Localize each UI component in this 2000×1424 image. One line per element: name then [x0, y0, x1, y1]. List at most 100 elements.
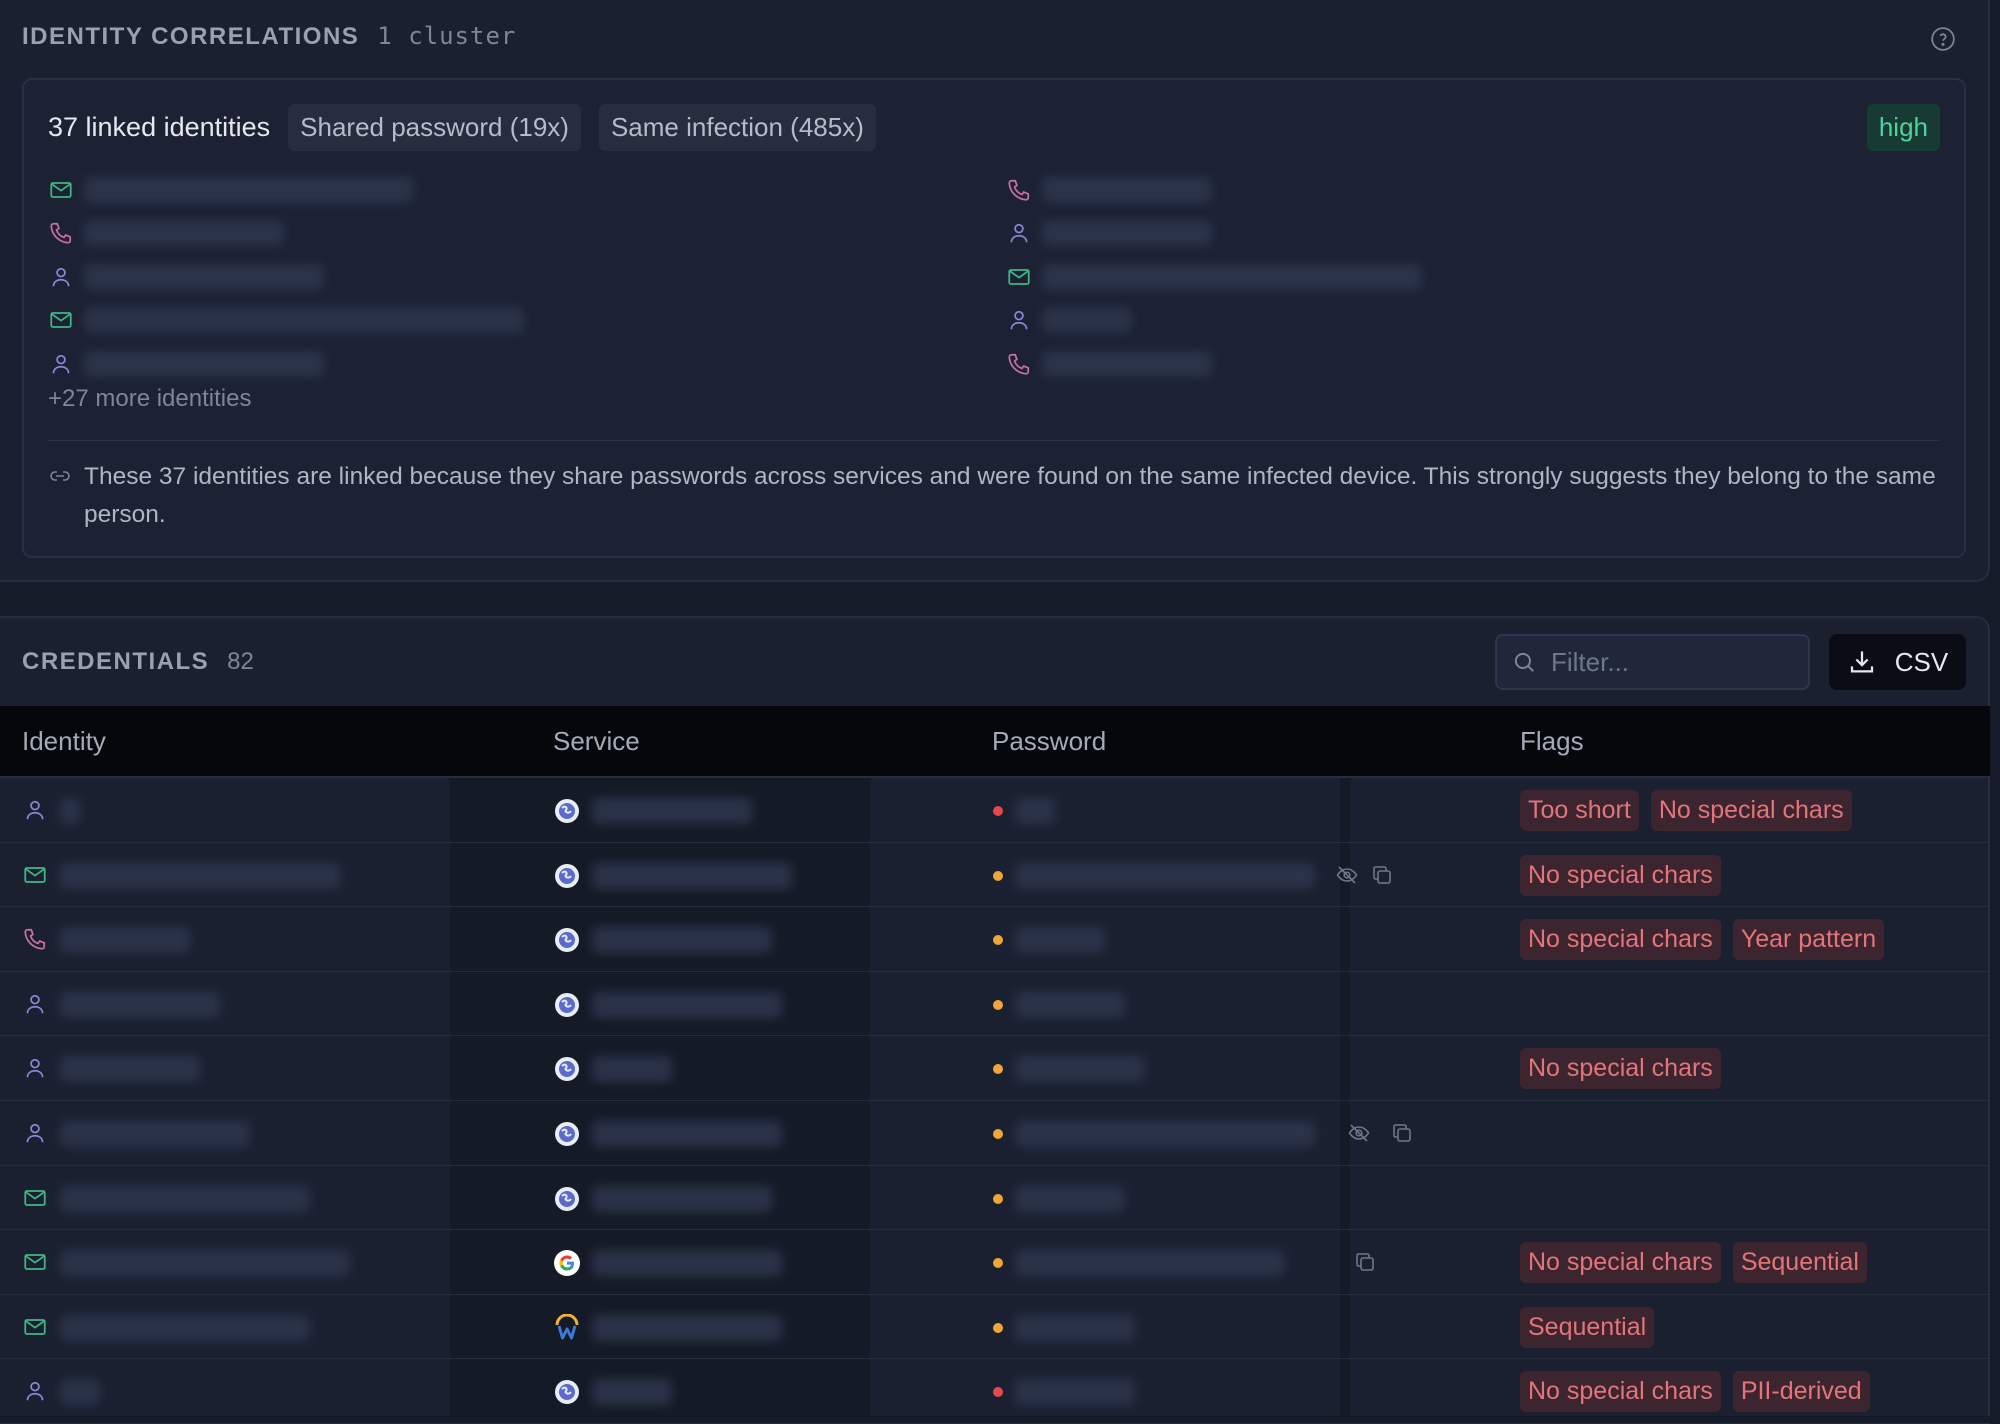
password-value-redacted[interactable]: [1015, 1056, 1145, 1083]
download-icon: [1850, 651, 1873, 673]
hide-password-icon[interactable]: [1347, 1121, 1371, 1145]
divider: [48, 440, 1940, 441]
strength-indicator-dot: [993, 1387, 1003, 1398]
table-row[interactable]: [0, 1165, 1990, 1231]
identity-value-redacted[interactable]: [60, 1314, 310, 1341]
redaction-overlay: [1340, 1036, 1350, 1100]
table-row[interactable]: Sequential: [0, 1294, 1990, 1360]
filter-field[interactable]: [1495, 634, 1810, 690]
service-value-redacted[interactable]: [592, 1314, 782, 1341]
service-value-redacted[interactable]: [592, 1250, 782, 1277]
globe-icon: [553, 991, 581, 1019]
identity-item[interactable]: [1006, 255, 1422, 299]
filter-input[interactable]: [1551, 646, 1791, 678]
password-value-redacted[interactable]: [1015, 1250, 1285, 1277]
identity-value-redacted: [84, 176, 414, 203]
password-value-redacted[interactable]: [1015, 798, 1055, 824]
column-service[interactable]: Service: [553, 726, 640, 757]
identity-item[interactable]: [1006, 212, 1422, 256]
table-row[interactable]: No special chars Year pattern: [0, 907, 1990, 972]
identity-item[interactable]: [1006, 168, 1422, 212]
identity-item[interactable]: [48, 342, 524, 386]
column-flags[interactable]: Flags: [1520, 726, 1584, 757]
service-value-redacted[interactable]: [592, 798, 752, 824]
table-row[interactable]: Too short No special chars: [0, 778, 1990, 843]
globe-icon: [553, 1378, 581, 1406]
redaction-overlay: [1340, 1165, 1350, 1230]
identity-correlations-panel: IDENTITY CORRELATIONS 1 cluster 37 linke…: [0, 0, 1990, 582]
identity-item[interactable]: [1006, 342, 1422, 386]
cluster-explanation: These 37 identities are linked because t…: [48, 458, 1940, 534]
identity-value-redacted[interactable]: [60, 991, 220, 1018]
service-value-redacted[interactable]: [592, 862, 792, 889]
copy-icon[interactable]: [1370, 863, 1394, 887]
service-value-redacted[interactable]: [592, 927, 772, 954]
table-row[interactable]: No special chars: [0, 1036, 1990, 1101]
more-identities-link[interactable]: +27 more identities: [48, 385, 251, 413]
correlations-header: IDENTITY CORRELATIONS 1 cluster: [22, 22, 516, 51]
service-value-redacted[interactable]: [592, 991, 782, 1018]
table-row[interactable]: No special chars: [0, 842, 1990, 908]
identity-item[interactable]: [48, 255, 524, 299]
flag-badge: No special chars: [1520, 1371, 1721, 1413]
password-value-redacted[interactable]: [1015, 991, 1125, 1018]
phone-icon: [1008, 179, 1030, 201]
user-icon: [22, 991, 48, 1017]
column-identity[interactable]: Identity: [22, 726, 106, 757]
column-password[interactable]: Password: [992, 726, 1106, 757]
identity-value-redacted[interactable]: [60, 798, 80, 824]
copy-icon[interactable]: [1390, 1121, 1414, 1145]
strength-indicator-dot: [993, 1064, 1003, 1075]
credentials-header: CREDENTIALS 82: [22, 648, 254, 676]
password-value-redacted[interactable]: [1015, 927, 1105, 954]
correlations-title: IDENTITY CORRELATIONS: [22, 23, 360, 50]
password-value-redacted[interactable]: [1015, 1379, 1135, 1406]
table-row[interactable]: No special chars PII-derived: [0, 1359, 1990, 1424]
strength-indicator-dot: [993, 1322, 1003, 1333]
help-icon[interactable]: [1930, 26, 1956, 52]
identity-value-redacted[interactable]: [60, 1056, 200, 1083]
identity-item[interactable]: [1006, 299, 1422, 343]
table-header: Identity Service Password Flags: [0, 706, 1990, 778]
identity-item[interactable]: [48, 299, 524, 343]
identity-value-redacted[interactable]: [60, 1250, 350, 1277]
flag-badge: Sequential: [1520, 1306, 1655, 1348]
flag-badge: No special chars: [1520, 854, 1721, 896]
service-value-redacted[interactable]: [592, 1379, 672, 1406]
table-row[interactable]: [0, 971, 1990, 1037]
table-row[interactable]: [0, 1100, 1990, 1166]
flag-badge: No special chars: [1520, 1242, 1721, 1284]
table-row[interactable]: No special chars Sequential: [0, 1230, 1990, 1295]
user-icon: [52, 267, 70, 287]
identity-item[interactable]: [48, 212, 524, 256]
identity-value-redacted[interactable]: [60, 927, 190, 954]
password-value-redacted[interactable]: [1015, 862, 1315, 889]
service-value-redacted[interactable]: [592, 1056, 672, 1083]
flags-cell: Too short No special chars: [1520, 790, 1852, 831]
mail-icon: [1008, 268, 1030, 285]
identity-value-redacted: [1042, 220, 1212, 247]
cluster-card[interactable]: 37 linked identities Shared password (19…: [22, 78, 1966, 558]
mail-icon: [22, 1249, 48, 1275]
w-logo-icon: [553, 1313, 581, 1342]
service-value-redacted[interactable]: [592, 1185, 772, 1212]
copy-icon[interactable]: [1353, 1250, 1377, 1274]
identity-item[interactable]: [48, 168, 524, 212]
password-value-redacted[interactable]: [1015, 1120, 1315, 1147]
service-value-redacted[interactable]: [592, 1120, 782, 1147]
identity-value-redacted[interactable]: [60, 862, 340, 889]
hide-password-icon[interactable]: [1335, 863, 1359, 887]
credentials-count: 82: [227, 648, 254, 675]
identity-value-redacted[interactable]: [60, 1379, 100, 1406]
password-value-redacted[interactable]: [1015, 1185, 1125, 1212]
csv-export-button[interactable]: CSV: [1829, 634, 1966, 690]
password-value-redacted[interactable]: [1015, 1314, 1135, 1341]
identity-value-redacted[interactable]: [60, 1120, 250, 1147]
strength-indicator-dot: [993, 806, 1003, 816]
globe-icon: [553, 1120, 581, 1148]
credentials-table-body: Too short No special chars No special char…: [0, 778, 1990, 1424]
identity-value-redacted: [84, 263, 324, 290]
explanation-text: These 37 identities are linked because t…: [84, 463, 1936, 528]
phone-icon: [1008, 353, 1030, 375]
identity-value-redacted[interactable]: [60, 1185, 310, 1212]
